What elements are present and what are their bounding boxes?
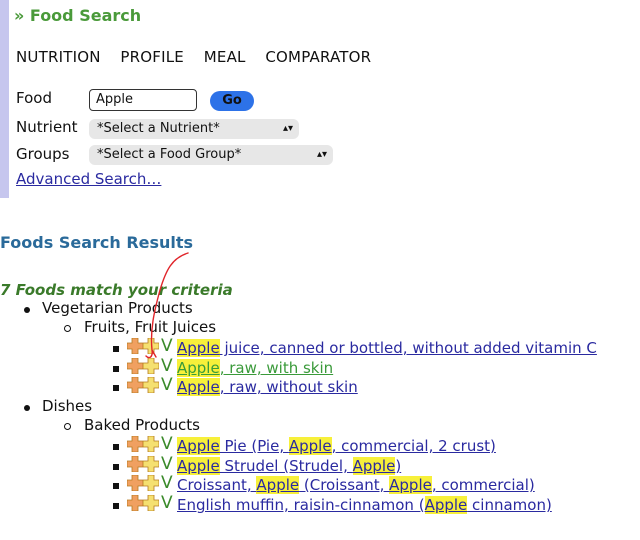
food-action-icons: V [126, 493, 177, 513]
food-name-text: juice, canned or bottled, without added … [219, 339, 597, 357]
v-check-icon: V [161, 356, 173, 376]
food-name-text: Pie (Pie, [219, 437, 289, 455]
list-item-bullet [113, 444, 119, 450]
food-result-link[interactable]: Apple, raw, without skin [177, 378, 358, 396]
subcategory-bullet [64, 423, 71, 430]
food-name-text: , raw, without skin [219, 378, 358, 396]
food-result-link[interactable]: Croissant, Apple (Croissant, Apple, comm… [177, 476, 535, 494]
search-term-highlight: Apple [256, 476, 300, 494]
food-result-link[interactable]: English muffin, raisin-cinnamon (Apple c… [177, 496, 552, 514]
match-count: 7 Foods match your criteria [0, 281, 233, 299]
search-term-highlight: Apple [424, 496, 468, 514]
list-item-bullet [113, 366, 119, 372]
plus-yellow-icon[interactable] [142, 455, 160, 473]
food-action-icons: V [126, 434, 177, 454]
chevron-updown-icon: ▴▾ [316, 149, 327, 160]
v-check-icon: V [161, 454, 173, 474]
subcategory-name: Fruits, Fruit Juices [84, 318, 217, 336]
v-check-icon: V [161, 336, 173, 356]
plus-yellow-icon[interactable] [142, 376, 160, 394]
search-term-highlight: Apple [177, 437, 220, 455]
plus-orange-icon[interactable] [126, 435, 144, 453]
go-button[interactable]: Go [210, 91, 254, 111]
plus-yellow-icon[interactable] [142, 435, 160, 453]
category-bullet [24, 405, 30, 411]
main-nav: NUTRITION PROFILE MEAL COMPARATOR [16, 48, 386, 66]
food-name-text: Strudel (Strudel, [219, 457, 353, 475]
food-search-input[interactable]: Apple [89, 89, 197, 111]
chevron-updown-icon: ▴▾ [282, 123, 293, 134]
nav-comparator[interactable]: COMPARATOR [265, 48, 371, 66]
food-action-icons: V [126, 336, 177, 356]
search-term-highlight: Apple [352, 457, 396, 475]
food-action-icons: V [126, 356, 177, 376]
plus-yellow-icon[interactable] [142, 474, 160, 492]
food-group-select[interactable]: *Select a Food Group* ▴▾ [89, 145, 333, 165]
food-action-icons: V [126, 473, 177, 493]
food-name-text: , commercial, 2 crust) [331, 437, 496, 455]
groups-label: Groups [16, 145, 70, 163]
plus-orange-icon[interactable] [126, 455, 144, 473]
food-name-text: (Croissant, [299, 476, 390, 494]
nav-meal[interactable]: MEAL [204, 48, 246, 66]
search-term-highlight: Apple [177, 339, 220, 357]
plus-orange-icon[interactable] [126, 494, 144, 512]
v-check-icon: V [161, 434, 173, 454]
food-group-select-value: *Select a Food Group* [97, 147, 242, 162]
food-name-text: ) [395, 457, 402, 475]
category-bullet [24, 307, 30, 313]
page-title: » Food Search [14, 6, 142, 25]
plus-yellow-icon[interactable] [142, 494, 160, 512]
nutrient-select-value: *Select a Nutrient* [97, 121, 220, 136]
food-result-link[interactable]: Apple Strudel (Strudel, Apple) [177, 457, 401, 475]
food-name-text: , commercial) [431, 476, 535, 494]
results-title: Foods Search Results [0, 233, 194, 252]
plus-orange-icon[interactable] [126, 357, 144, 375]
search-term-highlight: Apple [288, 437, 332, 455]
nav-profile[interactable]: PROFILE [120, 48, 184, 66]
category-name: Vegetarian Products [42, 299, 193, 317]
nutrient-label: Nutrient [16, 118, 78, 136]
subcategory-name: Baked Products [84, 416, 200, 434]
v-check-icon: V [161, 493, 173, 513]
plus-orange-icon[interactable] [126, 376, 144, 394]
plus-yellow-icon[interactable] [142, 337, 160, 355]
plus-yellow-icon[interactable] [142, 357, 160, 375]
search-term-highlight: Apple [389, 476, 432, 494]
v-check-icon: V [161, 473, 173, 493]
search-term-highlight: Apple [177, 457, 220, 475]
v-check-icon: V [161, 375, 173, 395]
list-item-bullet [113, 483, 119, 489]
category-name: Dishes [42, 397, 93, 415]
subcategory-bullet [64, 325, 71, 332]
food-action-icons: V [126, 454, 177, 474]
list-item-bullet [113, 385, 119, 391]
food-result-link[interactable]: Apple, raw, with skin [177, 359, 333, 377]
advanced-search-link[interactable]: Advanced Search… [16, 170, 161, 188]
sidebar-accent-bar [0, 0, 9, 198]
search-term-highlight: Apple [177, 378, 220, 396]
plus-orange-icon[interactable] [126, 337, 144, 355]
food-action-icons: V [126, 375, 177, 395]
list-item-bullet [113, 464, 119, 470]
nutrient-select[interactable]: *Select a Nutrient* ▴▾ [89, 119, 299, 139]
search-term-highlight: Apple [177, 359, 220, 377]
food-name-text: Croissant, [177, 476, 257, 494]
nav-nutrition[interactable]: NUTRITION [16, 48, 101, 66]
food-name-text: , raw, with skin [219, 359, 334, 377]
food-label: Food [16, 89, 52, 107]
food-name-text: English muffin, raisin-cinnamon ( [177, 496, 425, 514]
plus-orange-icon[interactable] [126, 474, 144, 492]
list-item-bullet [113, 346, 119, 352]
list-item-bullet [113, 503, 119, 509]
food-result-link[interactable]: Apple Pie (Pie, Apple, commercial, 2 cru… [177, 437, 496, 455]
food-name-text: cinnamon) [467, 496, 552, 514]
food-result-link[interactable]: Apple juice, canned or bottled, without … [177, 339, 597, 357]
